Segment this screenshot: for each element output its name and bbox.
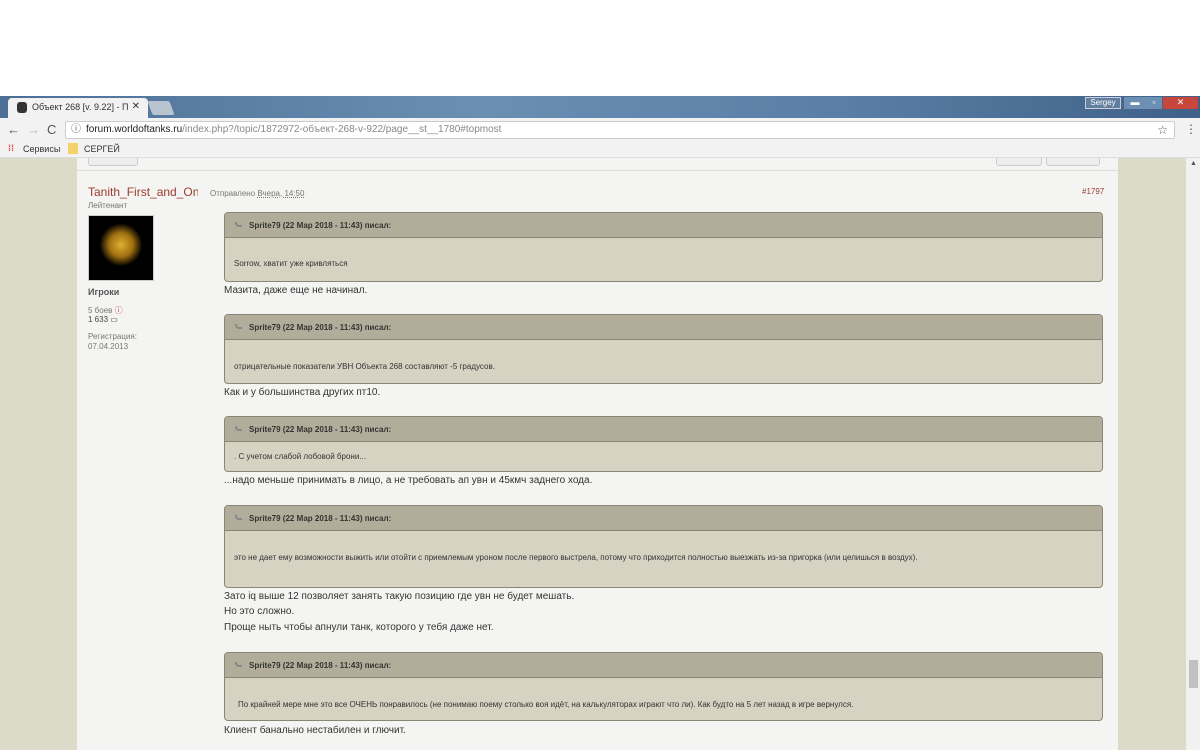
author-rank: Лейтенант (88, 201, 128, 210)
maximize-button[interactable]: ▫ (1146, 97, 1162, 109)
tab-title: Объект 268 [v. 9.22] - П (32, 102, 129, 112)
back-icon[interactable]: ← (7, 122, 20, 137)
bookmark-services[interactable]: Сервисы (23, 144, 60, 154)
address-bar[interactable]: ⓘ forum.worldoftanks.ru/index.php?/topic/… (65, 121, 1175, 139)
avatar[interactable] (88, 215, 154, 281)
menu-icon[interactable]: ⋮ (1185, 122, 1197, 136)
battles-count: 5 боев (88, 306, 113, 315)
forward-icon[interactable]: → (27, 122, 40, 137)
reload-icon[interactable]: C (47, 122, 56, 137)
quote-text: . С учетом слабой лобовой брони... (234, 452, 366, 461)
close-window-button[interactable]: ✕ (1163, 97, 1198, 109)
post-button[interactable] (88, 158, 138, 166)
quote-header: Sprite79 (22 Мар 2018 - 11:43) писал: (249, 221, 392, 230)
quote-block: Sprite79 (22 Мар 2018 - 11:43) писал: отр… (224, 314, 1103, 384)
close-tab-icon[interactable]: ✕ (132, 101, 140, 112)
star-icon[interactable]: ☆ (1157, 122, 1168, 138)
reply-text: Клиент банально нестабилен и глючит. (224, 725, 406, 736)
quote-block: Sprite79 (22 Мар 2018 - 11:43) писал: По … (224, 652, 1103, 721)
post-number-link[interactable]: #1797 (1082, 187, 1104, 196)
quote-text: это не дает ему возможности выжить или о… (234, 552, 918, 562)
quote-text: отрицательные показатели УВН Объекта 268… (234, 362, 495, 371)
reply-text: Но это сложно. (224, 606, 295, 617)
reg-date: 07.04.2013 (88, 342, 129, 351)
new-tab-button[interactable] (147, 101, 175, 115)
bookmark-folder-sergey[interactable]: СЕРГЕЙ (84, 144, 120, 154)
quote-icon (235, 324, 242, 329)
quote-header: Sprite79 (22 Мар 2018 - 11:43) писал: (249, 425, 392, 434)
comment-icon: ▭ (110, 315, 118, 324)
browser-tab[interactable]: Объект 268 [v. 9.22] - П ✕ (8, 98, 148, 118)
quote-icon (235, 426, 242, 431)
quote-text: По крайней мере мне это все ОЧЕНЬ понрав… (238, 699, 854, 709)
reply-text: Как и у большинства других пт10. (224, 387, 381, 398)
author-group: Игроки (88, 287, 120, 297)
posts-count: 1 633 (88, 315, 109, 324)
scroll-up-icon[interactable]: ▲ (1190, 160, 1197, 167)
reply-text: Мазита, даже еще не начинал. (224, 285, 368, 296)
sent-time: Вчера, 14:50 (257, 189, 305, 198)
quote-block: Sprite79 (22 Мар 2018 - 11:43) писал: . С… (224, 416, 1103, 472)
quote-block: Sprite79 (22 Мар 2018 - 11:43) писал: это… (224, 505, 1103, 588)
profile-button[interactable]: Sergey (1085, 97, 1121, 109)
quote-text: Sorrow, хватит уже кривляться (234, 259, 348, 268)
reply-text: Проще ныть чтобы апнули танк, которого у… (224, 622, 494, 633)
info-icon: ⓘ (71, 124, 81, 135)
reply-text: Зато iq выше 12 позволяет занять такую п… (224, 591, 575, 602)
post-button[interactable] (1046, 158, 1100, 166)
url-domain: forum.worldoftanks.ru (86, 124, 183, 135)
author-name[interactable]: Tanith_First_and_On (88, 185, 198, 199)
url-path: /index.php?/topic/1872972-объект-268-v-9… (182, 124, 502, 135)
bookmarks-bar: ⁞⁞ Сервисы СЕРГЕЙ (0, 141, 1200, 158)
reg-label: Регистрация: (88, 332, 137, 341)
quote-icon (235, 515, 242, 520)
tab-strip (0, 96, 1200, 118)
scrollbar-thumb[interactable] (1189, 660, 1198, 688)
post-button[interactable] (996, 158, 1042, 166)
info-icon[interactable]: ⓘ (115, 306, 123, 315)
tank-favicon-icon (17, 102, 27, 113)
sent-label: Отправлено (210, 189, 256, 198)
quote-header: Sprite79 (22 Мар 2018 - 11:43) писал: (249, 661, 392, 670)
reply-text: ...надо меньше принимать в лицо, а не тр… (224, 475, 593, 486)
quote-icon (235, 222, 242, 227)
folder-icon (68, 143, 78, 154)
quote-header: Sprite79 (22 Мар 2018 - 11:43) писал: (249, 323, 392, 332)
quote-block: Sprite79 (22 Мар 2018 - 11:43) писал: Sor… (224, 212, 1103, 282)
divider (77, 170, 1118, 171)
quote-icon (235, 662, 242, 667)
minimize-button[interactable]: ▬ (1124, 97, 1146, 109)
quote-header: Sprite79 (22 Мар 2018 - 11:43) писал: (249, 514, 392, 523)
apps-icon: ⁞⁞ (8, 143, 14, 153)
